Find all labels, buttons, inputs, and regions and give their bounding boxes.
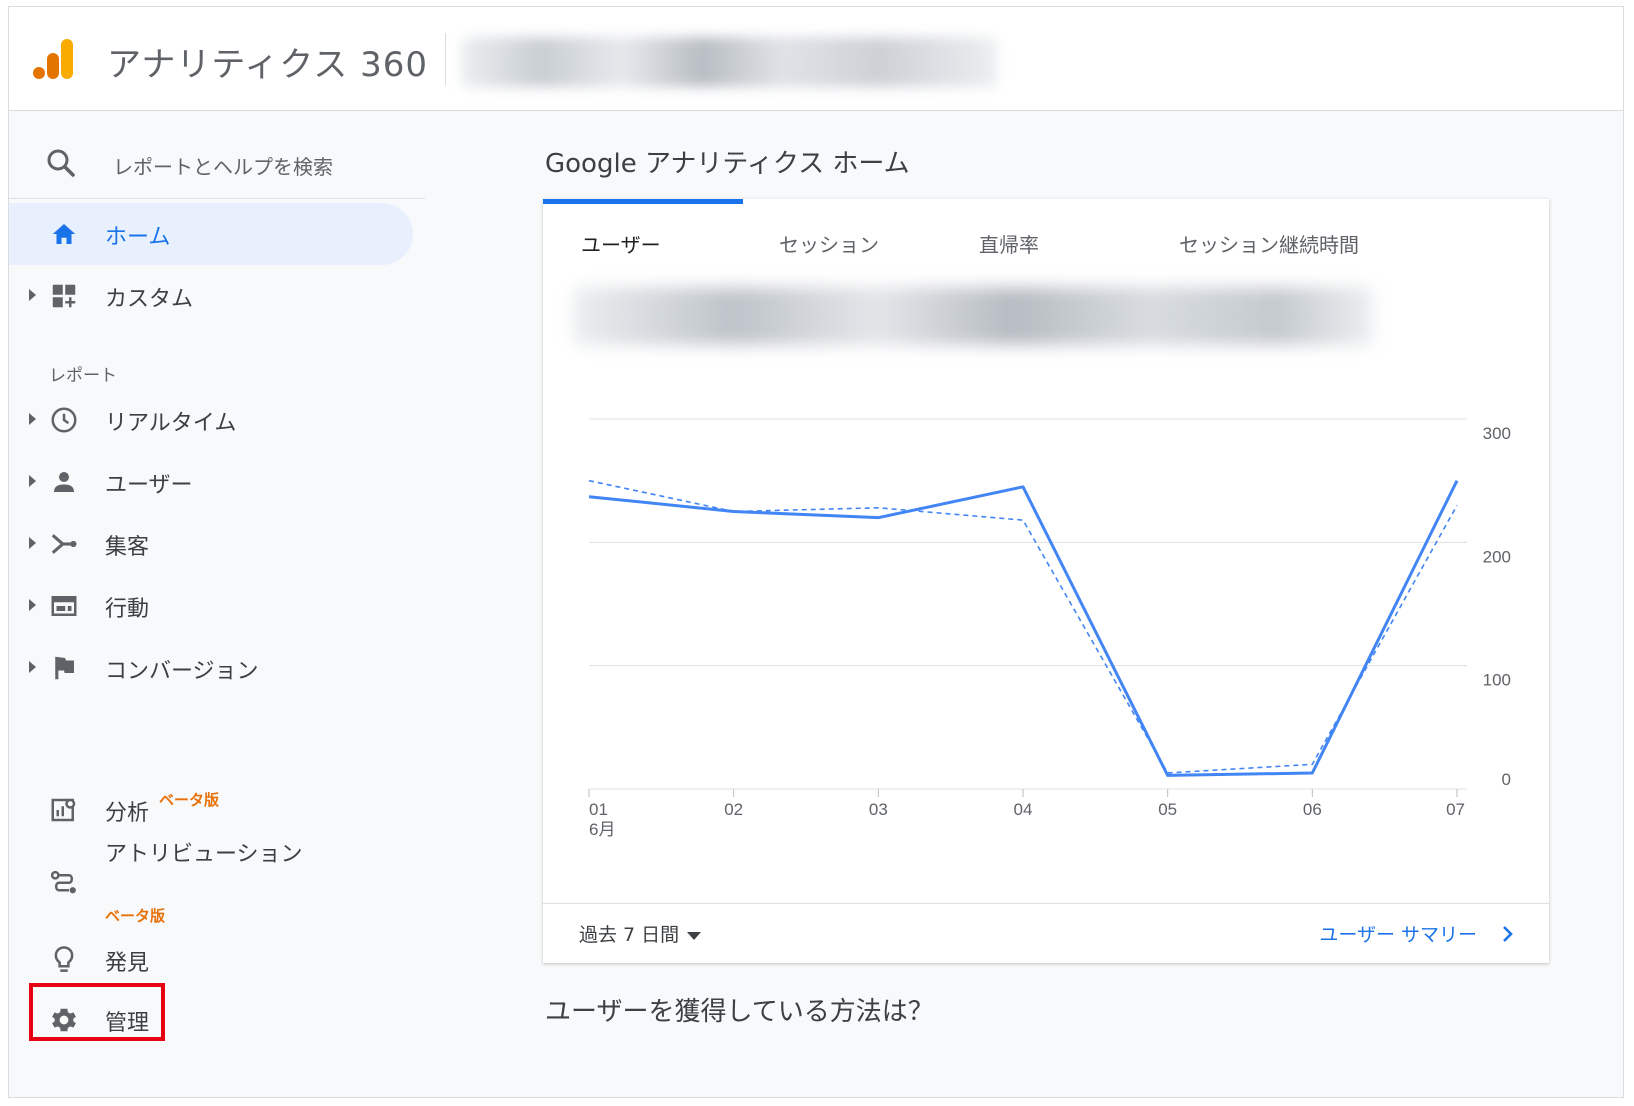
person-icon <box>54 472 74 492</box>
header-divider <box>445 33 446 85</box>
users-line-chart: 0 100 200 300 01 02 03 04 05 06 07 6月 <box>588 418 1511 839</box>
clock-icon <box>51 407 77 433</box>
attribution-icon <box>50 870 76 894</box>
date-range-dropdown[interactable]: 過去 7 日間 <box>579 920 702 947</box>
caret-down-icon <box>687 931 702 940</box>
expand-arrow-icon <box>29 475 36 487</box>
search-input[interactable]: レポートとヘルプを検索 <box>113 151 333 180</box>
section-heading-acquisition: ユーザーを獲得している方法は？ <box>545 997 934 1027</box>
nav-discover[interactable]: 発見 <box>9 929 413 991</box>
nav-label: 分析 <box>105 795 149 827</box>
page-title: Google アナリティクス ホーム <box>545 149 910 179</box>
nav-realtime[interactable]: リアルタイム <box>9 389 413 451</box>
x-month-label: 6月 <box>589 820 615 839</box>
nav-conversions[interactable]: コンバージョン <box>9 637 413 699</box>
expand-arrow-icon <box>29 413 36 425</box>
beta-badge: ベータ版 <box>105 907 166 925</box>
user-summary-link[interactable]: ユーザー サマリー <box>1319 920 1477 947</box>
section-label-reports: レポート <box>49 366 117 386</box>
app-title: アナリティクス 360 <box>107 45 428 85</box>
card-footer: 過去 7 日間 ユーザー サマリー <box>543 903 1549 963</box>
users-series-line <box>588 480 1459 777</box>
nav-label: リアルタイム <box>105 411 237 436</box>
nav-attribution-label: アトリビューション <box>105 842 303 867</box>
nav-label: カスタム <box>105 287 194 312</box>
account-selector-redacted[interactable] <box>461 37 997 87</box>
nav-label: 発見 <box>105 951 150 976</box>
x-tick-label: 01 <box>589 800 608 819</box>
lightbulb-icon <box>54 946 74 972</box>
date-range-label: 過去 7 日間 <box>579 924 680 946</box>
x-tick-label: 05 <box>1158 800 1177 819</box>
search-row[interactable]: レポートとヘルプを検索 <box>9 131 425 199</box>
expand-arrow-icon <box>29 289 36 301</box>
nav-audience[interactable]: ユーザー <box>9 451 413 513</box>
home-icon <box>52 224 76 244</box>
admin-highlight-box <box>29 983 165 1041</box>
overview-card: ユーザー セッション 直帰率 セッション継続時間 0 100 200 300 01 02 0… <box>543 199 1549 963</box>
analysis-icon <box>51 798 76 822</box>
x-tick-label: 03 <box>869 800 888 819</box>
nav-acquisition[interactable]: 集客 <box>9 513 413 575</box>
analytics-logo-icon[interactable] <box>33 37 75 81</box>
nav-label: ユーザー <box>105 473 193 498</box>
nav-label: 集客 <box>105 535 150 560</box>
x-tick-label: 07 <box>1446 800 1465 819</box>
expand-arrow-icon <box>29 661 36 673</box>
nav-analysis[interactable]: 分析 ベータ版 <box>9 779 413 841</box>
nav-label: 行動 <box>105 597 150 622</box>
flag-icon <box>55 656 74 680</box>
x-tick-label: 04 <box>1014 800 1033 819</box>
x-tick-label: 02 <box>724 800 743 819</box>
expand-arrow-icon <box>29 599 36 611</box>
nav-attribution[interactable]: アトリビューション ベータ版 <box>9 839 413 929</box>
acquisition-icon <box>51 534 77 554</box>
sidebar: レポートとヘルプを検索 ホーム カスタム レポート リアルタイム ユーザー 集客… <box>9 111 429 1097</box>
top-bar: アナリティクス 360 <box>9 7 1623 111</box>
x-tick-label: 06 <box>1303 800 1322 819</box>
dashboard-icon <box>52 284 76 308</box>
beta-badge: ベータ版 <box>159 791 220 809</box>
y-tick-label: 200 <box>1483 547 1511 566</box>
y-tick-label: 0 <box>1502 770 1511 789</box>
expand-arrow-icon <box>29 537 36 549</box>
search-icon <box>47 149 75 177</box>
chevron-right-icon[interactable] <box>1495 922 1519 946</box>
nav-behavior[interactable]: 行動 <box>9 575 413 637</box>
nav-label: コンバージョン <box>105 659 259 684</box>
nav-analysis-label: 分析 <box>105 801 150 826</box>
comparison-series-line <box>588 479 1458 774</box>
app-frame: アナリティクス 360 レポートとヘルプを検索 ホーム カスタム レポート リア… <box>8 6 1624 1098</box>
behavior-icon <box>51 596 77 616</box>
y-tick-label: 300 <box>1483 424 1511 443</box>
nav-custom[interactable]: カスタム <box>9 265 413 327</box>
nav-label: ホーム <box>105 225 171 250</box>
nav-home[interactable]: ホーム <box>9 203 413 265</box>
y-tick-label: 100 <box>1483 671 1511 690</box>
